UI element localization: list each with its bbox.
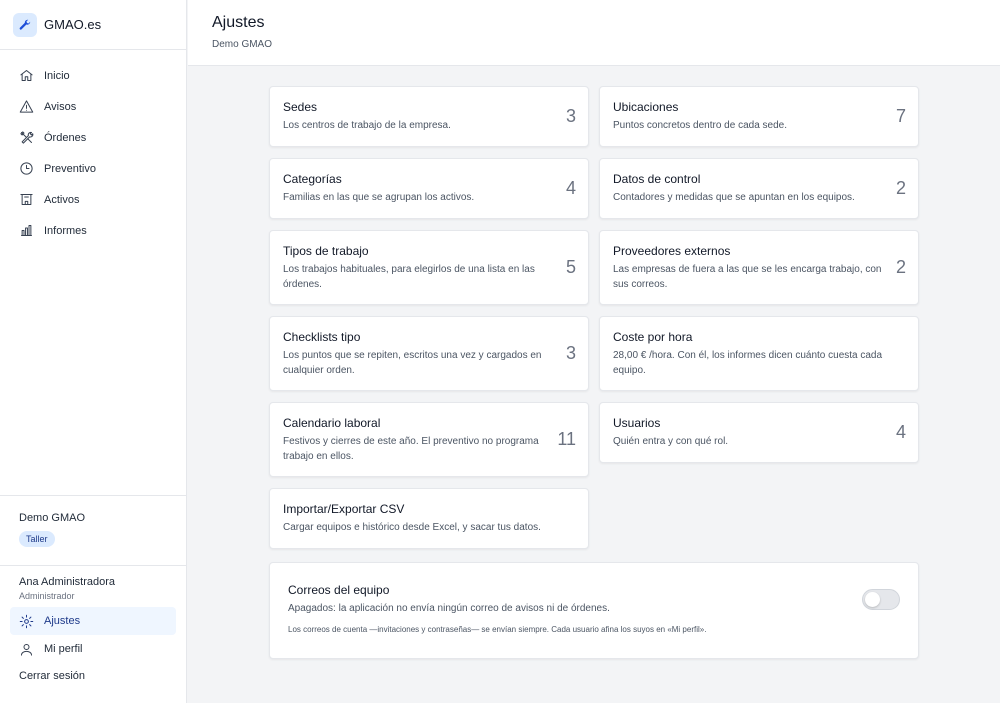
card-description: 28,00 € /hora. Con él, los informes dice… — [613, 349, 883, 376]
settings-card-proveedores[interactable]: Proveedores externos Las empresas de fue… — [599, 230, 919, 305]
sidebar-item-informes[interactable]: Informes — [0, 215, 186, 246]
org-badge: Taller — [19, 531, 55, 547]
card-title: Importar/Exportar CSV — [283, 502, 405, 516]
card-count: 4 — [565, 178, 576, 198]
card-title: Proveedores externos — [613, 243, 731, 258]
card-title: Usuarios — [613, 416, 661, 430]
sidebar-item-inicio[interactable]: Inicio — [0, 60, 186, 91]
home-icon — [19, 68, 34, 83]
card-description: Festivos y cierres de este año. El preve… — [283, 435, 539, 462]
card-title: Coste por hora — [613, 329, 693, 344]
sidebar-item-ordenes[interactable]: Órdenes — [0, 122, 186, 153]
logout-link[interactable]: Cerrar sesión — [0, 670, 186, 682]
clock-icon — [19, 161, 34, 176]
user-icon — [19, 642, 34, 657]
tools-icon — [19, 130, 34, 145]
building-icon — [19, 192, 34, 207]
card-title: Checklists tipo — [283, 329, 361, 344]
card-description: Los puntos que se repiten, escritos una … — [283, 349, 542, 376]
brand[interactable]: GMAO.es — [0, 0, 186, 50]
card-count: 7 — [895, 106, 906, 126]
card-count: 2 — [895, 257, 906, 277]
settings-card-coste-hora[interactable]: Coste por hora 28,00 € /hora. Con él, lo… — [599, 316, 919, 391]
settings-card-datos-control[interactable]: Datos de control Contadores y medidas qu… — [599, 158, 919, 219]
settings-card-checklists[interactable]: Checklists tipo Los puntos que se repite… — [269, 316, 589, 391]
mail-note: Los correos de cuenta —invitaciones y co… — [288, 625, 707, 634]
sidebar-item-label: Preventivo — [44, 162, 96, 175]
sidebar-item-label: Ajustes — [44, 615, 81, 627]
card-description: Puntos concretos dentro de cada sede. — [613, 120, 788, 131]
sidebar-item-activos[interactable]: Activos — [0, 184, 186, 215]
wrench-icon — [13, 12, 37, 37]
card-description: Familias en las que se agrupan los activ… — [283, 192, 475, 203]
page-header: Ajustes Demo GMAO — [188, 0, 1000, 66]
card-count: 4 — [895, 422, 906, 442]
org-name: Demo GMAO — [19, 512, 86, 524]
bar-chart-icon — [19, 223, 34, 238]
sidebar-item-label: Mi perfil — [44, 643, 83, 655]
card-title: Sedes — [283, 100, 318, 114]
sidebar: GMAO.es Inicio Avisos Órdenes Preventivo… — [0, 0, 187, 703]
page-title: Ajustes — [212, 14, 265, 31]
card-count: 11 — [557, 429, 576, 449]
card-description: Las empresas de fuera a las que se les e… — [613, 263, 882, 290]
card-title: Datos de control — [613, 172, 701, 186]
settings-card-tipos-trabajo[interactable]: Tipos de trabajo Los trabajos habituales… — [269, 230, 589, 305]
sidebar-item-preventivo[interactable]: Preventivo — [0, 153, 186, 184]
sidebar-item-label: Inicio — [44, 69, 70, 82]
warning-icon — [19, 99, 34, 114]
card-title: Calendario laboral — [283, 415, 381, 430]
settings-card-categorias[interactable]: Categorías Familias en las que se agrupa… — [269, 158, 589, 219]
sidebar-item-label: Informes — [44, 224, 87, 237]
team-mail-panel: Correos del equipo Apagados: la aplicaci… — [269, 562, 919, 659]
card-title: Categorías — [283, 172, 342, 186]
user-name: Ana Administradora — [19, 576, 115, 588]
card-description: Contadores y medidas que se apuntan en l… — [613, 192, 855, 203]
settings-card-sedes[interactable]: Sedes Los centros de trabajo de la empre… — [269, 86, 589, 147]
settings-card-ubicaciones[interactable]: Ubicaciones Puntos concretos dentro de c… — [599, 86, 919, 147]
card-description: Quién entra y con qué rol. — [613, 436, 729, 447]
card-title: Ubicaciones — [613, 100, 679, 114]
settings-card-csv[interactable]: Importar/Exportar CSV Cargar equipos e h… — [269, 488, 589, 549]
settings-card-calendario[interactable]: Calendario laboral Festivos y cierres de… — [269, 402, 589, 477]
sidebar-item-avisos[interactable]: Avisos — [0, 91, 186, 122]
gear-icon — [19, 614, 34, 629]
card-count: 2 — [895, 178, 906, 198]
sidebar-item-ajustes[interactable]: Ajustes — [10, 607, 176, 635]
page-subtitle: Demo GMAO — [212, 39, 273, 50]
mail-title: Correos del equipo — [288, 583, 390, 597]
sidebar-item-perfil[interactable]: Mi perfil — [10, 635, 176, 663]
toggle-knob — [865, 592, 880, 607]
card-description: Los trabajos habituales, para elegirlos … — [283, 263, 535, 290]
user-role: Administrador — [19, 591, 75, 601]
user-section: Ana Administradora Administrador Ajustes… — [0, 565, 186, 682]
sidebar-item-label: Órdenes — [44, 131, 87, 144]
settings-card-usuarios[interactable]: Usuarios Quién entra y con qué rol. 4 — [599, 402, 919, 463]
mail-toggle[interactable] — [862, 589, 900, 610]
main-nav: Inicio Avisos Órdenes Preventivo Activos… — [0, 50, 186, 246]
sidebar-item-label: Activos — [44, 193, 80, 206]
card-count: 5 — [565, 257, 576, 277]
card-description: Cargar equipos e histórico desde Excel, … — [283, 522, 541, 533]
card-count: 3 — [565, 106, 576, 126]
mail-description: Apagados: la aplicación no envía ningún … — [288, 603, 610, 614]
card-count: 3 — [565, 343, 576, 363]
brand-name: GMAO.es — [44, 17, 102, 32]
card-title: Tipos de trabajo — [283, 243, 369, 258]
org-section: Demo GMAO Taller — [0, 495, 186, 547]
sidebar-item-label: Avisos — [44, 100, 77, 113]
card-description: Los centros de trabajo de la empresa. — [283, 120, 451, 131]
